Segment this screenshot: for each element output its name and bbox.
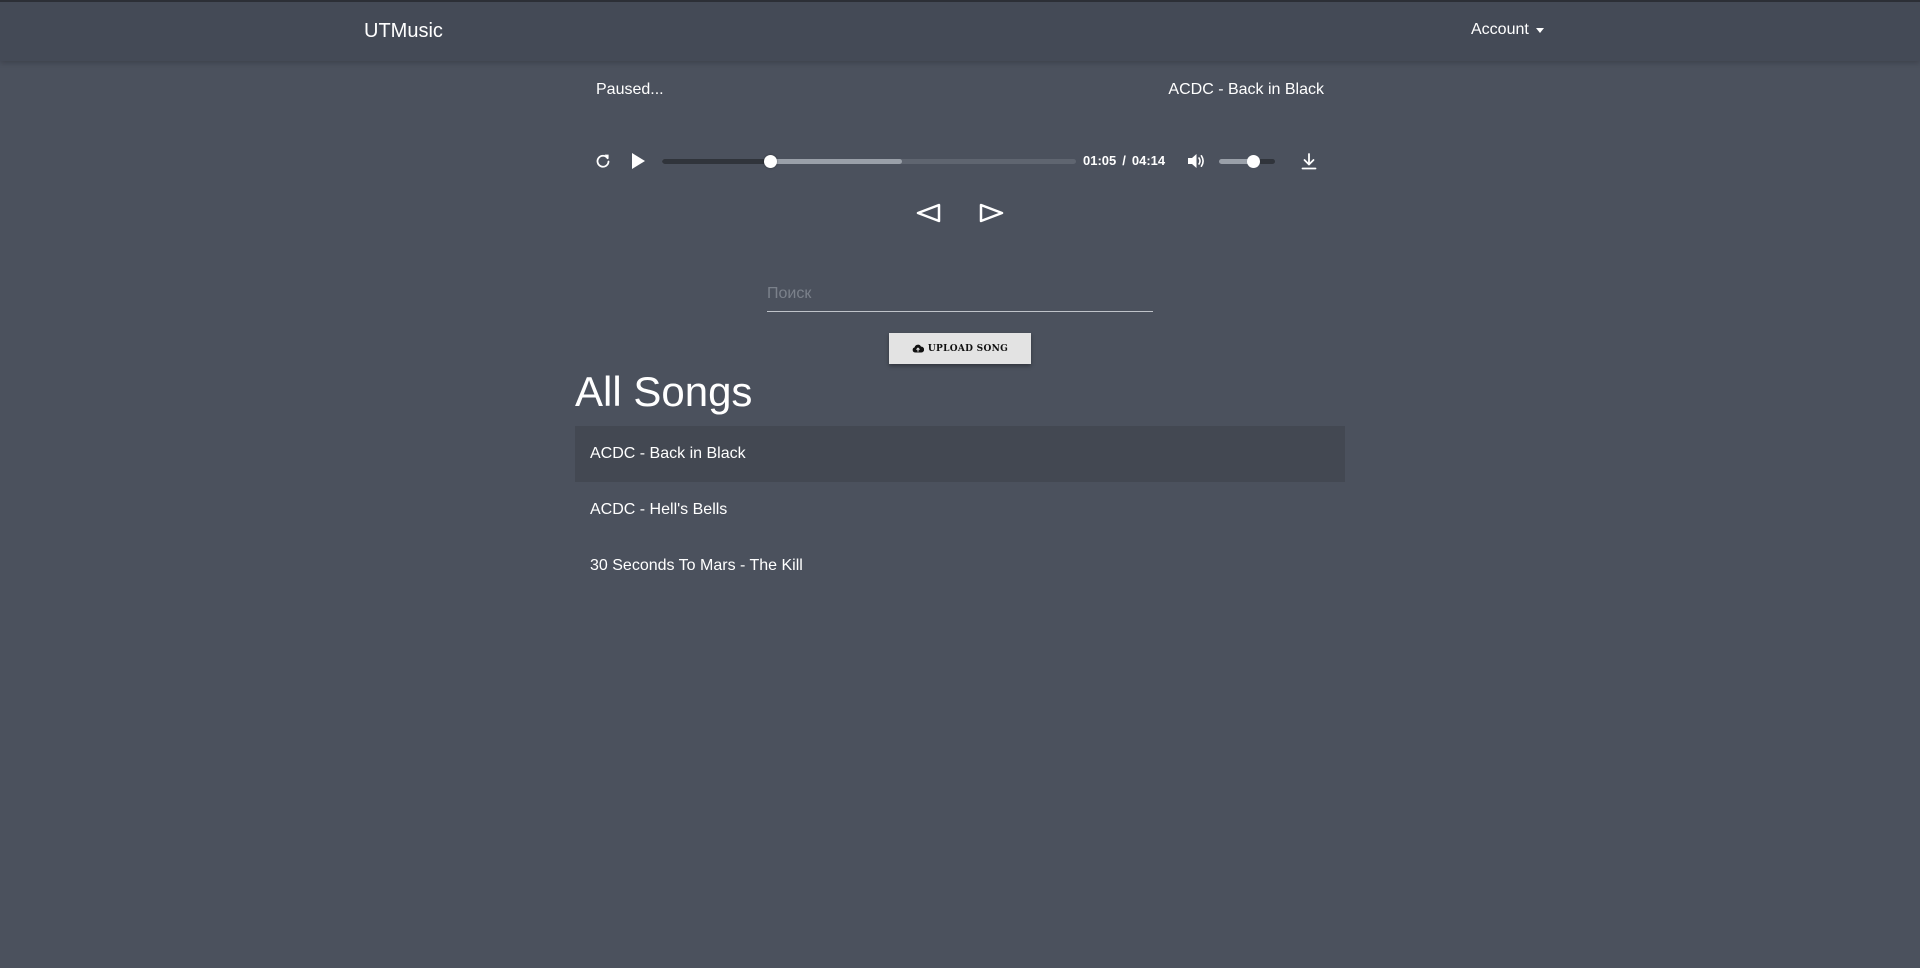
volume-slider[interactable] <box>1219 155 1275 168</box>
song-item[interactable]: ACDC - Back in Black <box>575 426 1345 482</box>
volume-icon <box>1188 154 1204 168</box>
seek-bar[interactable] <box>662 155 1076 168</box>
restart-icon <box>596 154 610 168</box>
time-separator: / <box>1122 153 1126 168</box>
download-icon <box>1301 152 1317 169</box>
player-status: Paused... <box>596 81 664 98</box>
account-dropdown[interactable]: Account <box>1471 21 1544 39</box>
restart-button[interactable] <box>588 146 618 176</box>
account-label: Account <box>1471 21 1529 38</box>
upload-song-button[interactable]: UPLOAD SONG <box>889 333 1031 364</box>
all-songs-heading: All Songs <box>575 368 753 415</box>
mute-button[interactable] <box>1181 146 1211 176</box>
volume-handle[interactable] <box>1246 155 1260 168</box>
played-bar <box>662 159 770 164</box>
now-playing-title: ACDC - Back in Black <box>1168 81 1324 98</box>
next-button[interactable] <box>978 200 1004 226</box>
song-list: ACDC - Back in Black ACDC - Hell's Bells 3… <box>575 426 1345 594</box>
current-time: 01:05 <box>1083 153 1117 168</box>
time-display: 01:05 / 04:14 <box>1083 153 1165 168</box>
previous-button[interactable] <box>916 200 942 226</box>
play-icon <box>632 153 645 169</box>
duration: 04:14 <box>1131 153 1166 168</box>
track-navigation <box>916 200 1004 226</box>
next-icon <box>979 203 1004 223</box>
song-item[interactable]: 30 Seconds To Mars - The Kill <box>575 538 1345 594</box>
cloud-upload-icon <box>912 344 924 353</box>
chevron-down-icon <box>1535 27 1544 33</box>
navbar: UTMusic Account <box>0 0 1920 61</box>
song-item[interactable]: ACDC - Hell's Bells <box>575 482 1345 538</box>
seek-handle[interactable] <box>763 155 777 168</box>
download-button[interactable] <box>1294 146 1324 176</box>
audio-player: 01:05 / 04:14 <box>588 146 1328 176</box>
previous-icon <box>916 203 941 223</box>
play-button[interactable] <box>623 146 653 176</box>
brand-logo[interactable]: UTMusic <box>364 20 443 43</box>
search-input[interactable] <box>767 276 1153 312</box>
upload-song-label: UPLOAD SONG <box>927 343 1009 354</box>
